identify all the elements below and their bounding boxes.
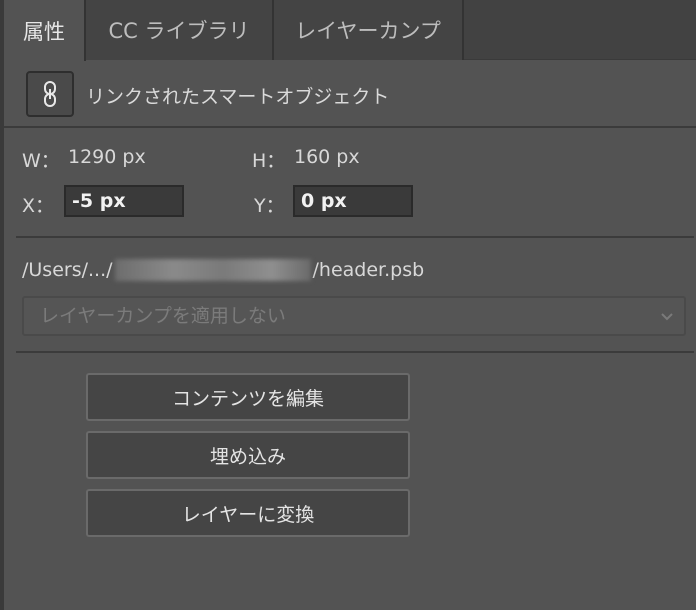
divider — [16, 351, 694, 353]
divider — [16, 236, 694, 238]
smart-object-link-button[interactable] — [26, 71, 74, 117]
embed-button[interactable]: 埋め込み — [86, 431, 410, 479]
chevron-down-icon — [661, 313, 673, 321]
layer-comp-select-value: レイヤーカンプを適用しない — [40, 305, 286, 327]
path-suffix: /header.psb — [312, 259, 425, 281]
link-icon — [44, 81, 56, 107]
linked-file-path: /Users/.../ /header.psb — [22, 259, 424, 281]
edit-contents-button[interactable]: コンテンツを編集 — [86, 373, 410, 421]
x-label: X： — [22, 195, 55, 217]
convert-to-layers-button[interactable]: レイヤーに変換 — [86, 489, 410, 537]
tab-bar: 属性 CC ライブラリ レイヤーカンプ — [4, 0, 696, 61]
y-label: Y： — [254, 195, 285, 217]
properties-panel: 属性 CC ライブラリ レイヤーカンプ リンクされたスマートオブジェクト W： … — [0, 0, 696, 610]
layer-comp-select[interactable]: レイヤーカンプを適用しない — [22, 296, 686, 336]
divider — [4, 126, 696, 128]
width-value: 1290 px — [68, 146, 146, 168]
tab-layer-comps[interactable]: レイヤーカンプ — [274, 0, 464, 60]
path-prefix: /Users/.../ — [22, 259, 113, 281]
redacted-path-segment — [114, 259, 311, 281]
x-position-input[interactable]: -5 px — [64, 185, 184, 217]
tab-properties[interactable]: 属性 — [4, 0, 86, 61]
tab-cc-libraries[interactable]: CC ライブラリ — [86, 0, 274, 60]
width-label: W： — [22, 150, 60, 172]
smart-object-type-label: リンクされたスマートオブジェクト — [86, 86, 390, 108]
height-value: 160 px — [294, 146, 360, 168]
height-label: H： — [252, 150, 286, 172]
y-position-input[interactable]: 0 px — [293, 185, 413, 217]
